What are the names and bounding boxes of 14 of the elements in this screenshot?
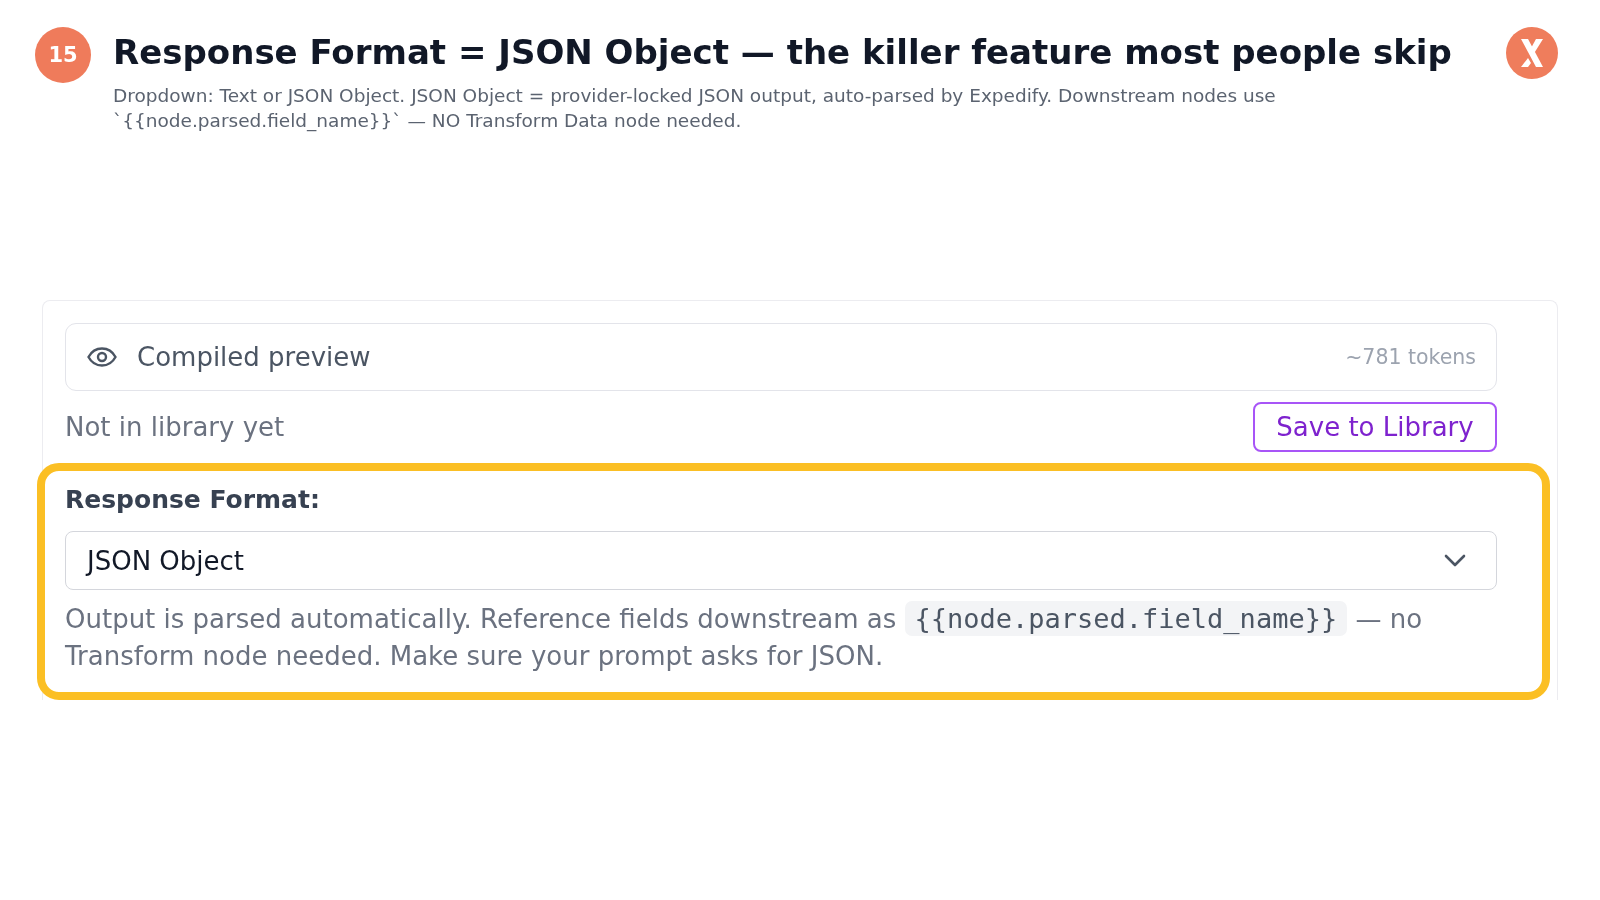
response-format-help-text: Output is parsed automatically. Reference fields downstream as {{node.parsed.field_name}} — no Transform node needed. Make sure your prompt asks for JSON. bbox=[65, 600, 1424, 673]
preview-label: Compiled preview bbox=[137, 342, 371, 372]
slide-number-badge: 15 bbox=[35, 27, 91, 83]
logo-icon bbox=[1506, 27, 1558, 79]
compiled-preview-bar[interactable]: Compiled preview ~781 tokens bbox=[65, 323, 1497, 391]
save-to-library-button[interactable]: Save to Library bbox=[1253, 402, 1497, 452]
eye-icon bbox=[87, 347, 117, 367]
chevron-down-icon bbox=[1444, 554, 1466, 567]
token-count: ~781 tokens bbox=[1345, 345, 1476, 369]
library-status: Not in library yet bbox=[65, 412, 285, 442]
slide-title: Response Format = JSON Object — the killer feature most people skip bbox=[113, 31, 1453, 74]
response-format-label: Response Format: bbox=[65, 484, 321, 516]
response-format-dropdown[interactable]: JSON Object bbox=[65, 531, 1497, 590]
slide-subtitle: Dropdown: Text or JSON Object. JSON Object = provider-locked JSON output, auto-parsed by Expedify. Downstream nodes use `{{node.parsed.field_name}}` — NO Transform Data node needed. bbox=[113, 84, 1277, 133]
